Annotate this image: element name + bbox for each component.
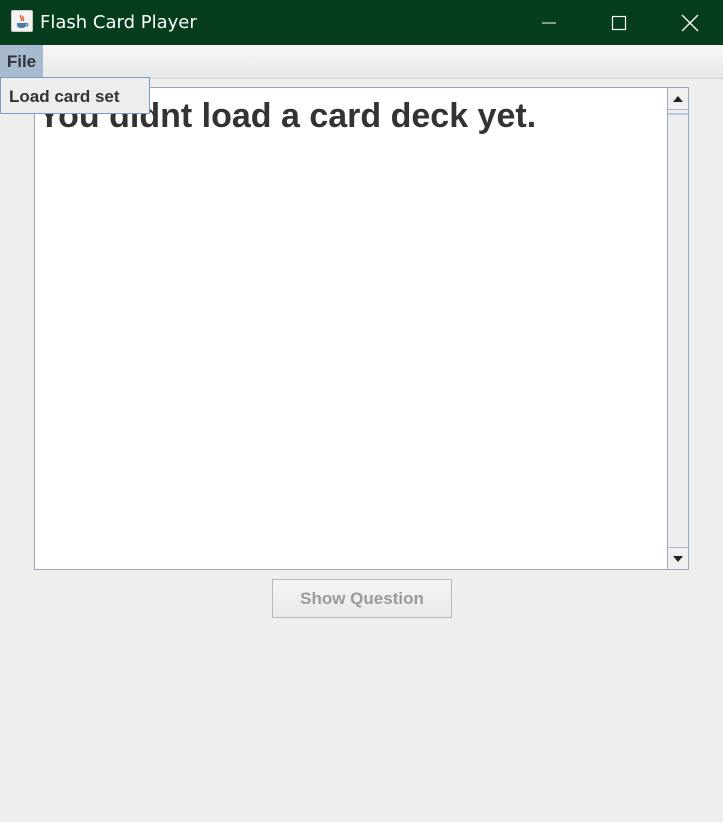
menu-file[interactable]: File [0,45,43,78]
minimize-icon [542,22,556,23]
scroll-track[interactable] [668,110,688,547]
minimize-button[interactable] [514,0,584,45]
window-title: Flash Card Player [40,12,197,33]
menu-item-load-card-set[interactable]: Load card set [9,87,120,107]
title-bar[interactable]: Flash Card Player [0,0,723,45]
arrow-up-icon [673,95,683,102]
close-button[interactable] [655,0,723,45]
vertical-scrollbar[interactable] [667,88,688,569]
menu-bar: File [0,45,723,79]
card-scroll-pane[interactable]: You didnt load a card deck yet. [34,87,689,570]
java-app-icon[interactable] [11,10,33,32]
show-question-button[interactable]: Show Question [272,579,452,618]
file-menu-dropdown: Load card set [0,77,150,114]
close-icon [681,14,699,31]
maximize-icon [611,15,627,30]
scroll-thumb[interactable] [668,113,688,115]
maximize-button[interactable] [584,0,654,45]
arrow-down-icon [673,555,683,562]
scroll-down-button[interactable] [668,547,688,569]
card-text-area[interactable]: You didnt load a card deck yet. [35,88,667,569]
scroll-up-button[interactable] [668,88,688,110]
